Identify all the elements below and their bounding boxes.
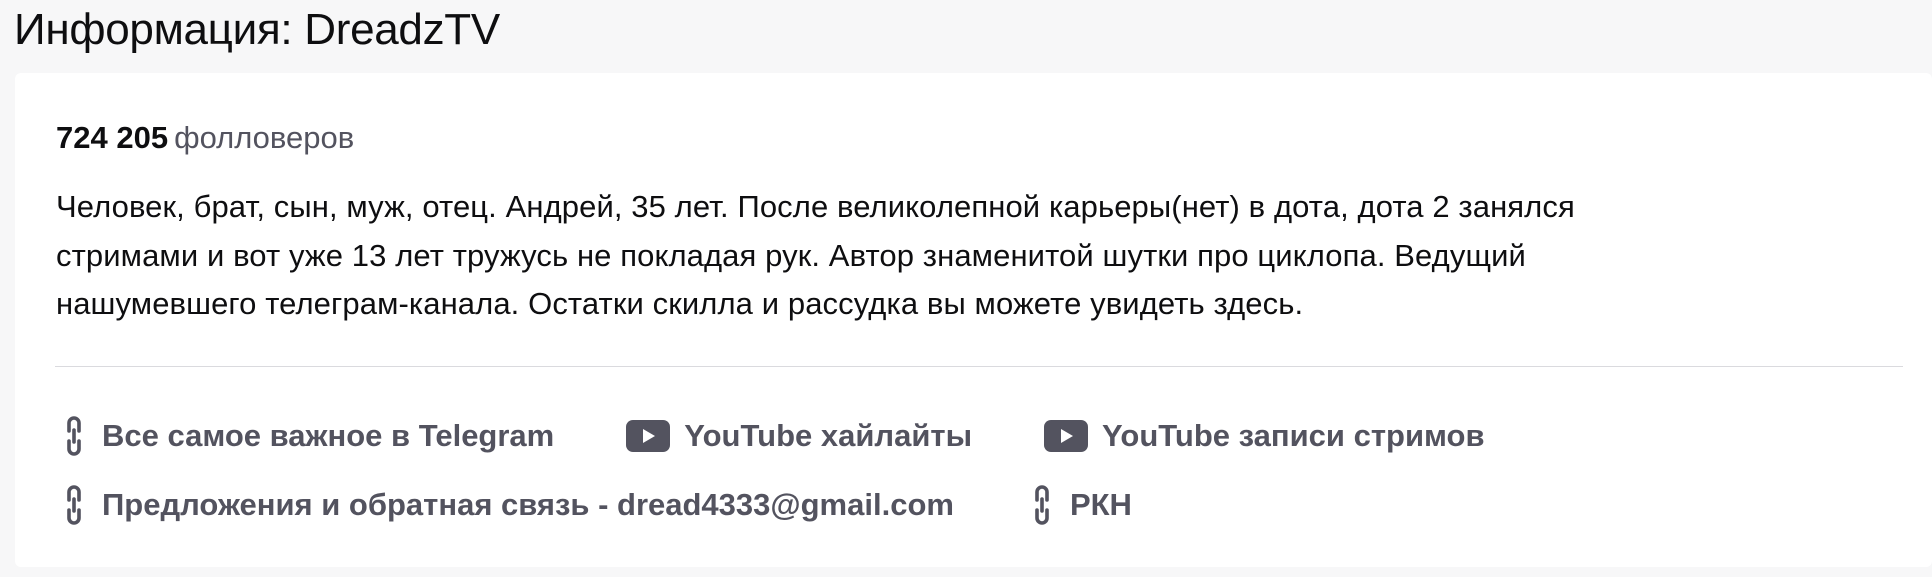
link-youtube-highlights[interactable]: YouTube хайлайты xyxy=(626,418,972,454)
links-row: Все самое важное в Telegram YouTube хайл… xyxy=(60,411,1485,461)
page-title: Информация: DreadzTV xyxy=(14,2,500,58)
page-title-prefix: Информация: xyxy=(14,5,305,54)
description-line: Человек, брат, сын, муж, отец. Андрей, 3… xyxy=(56,189,1575,224)
link-rkn-label: РКН xyxy=(1069,487,1132,522)
divider xyxy=(55,366,1903,367)
link-youtube-vods-label: YouTube записи стримов xyxy=(1102,418,1485,453)
link-youtube-highlights-label: YouTube хайлайты xyxy=(684,418,973,453)
followers-count: 724 205 фолловеров xyxy=(56,118,354,158)
channel-name: DreadzTV xyxy=(304,5,500,54)
links-row: Предложения и обратная связь - dread4333… xyxy=(60,480,1132,530)
youtube-icon xyxy=(1044,420,1089,452)
description-line: нашумевшего телеграм-канала. Остатки ски… xyxy=(56,286,1304,321)
link-rkn[interactable]: РКН xyxy=(1028,483,1132,527)
link-feedback-email[interactable]: Предложения и обратная связь - dread4333… xyxy=(60,483,954,527)
link-feedback-email-label: Предложения и обратная связь - dread4333… xyxy=(102,487,954,522)
channel-description: Человек, брат, сын, муж, отец. Андрей, 3… xyxy=(56,183,1896,329)
link-icon xyxy=(1028,483,1056,527)
link-telegram-label: Все самое важное в Telegram xyxy=(102,418,555,453)
link-youtube-vods[interactable]: YouTube записи стримов xyxy=(1044,418,1485,454)
followers-number: 724 205 xyxy=(56,120,169,155)
about-panel: 724 205 фолловеров Человек, брат, сын, му… xyxy=(15,73,1932,567)
link-icon xyxy=(60,483,88,527)
description-line: стримами и вот уже 13 лет тружусь не пок… xyxy=(56,237,1526,273)
followers-label: фолловеров xyxy=(174,120,355,155)
youtube-icon xyxy=(626,420,671,452)
link-icon xyxy=(60,414,88,458)
link-telegram[interactable]: Все самое важное в Telegram xyxy=(60,414,554,458)
